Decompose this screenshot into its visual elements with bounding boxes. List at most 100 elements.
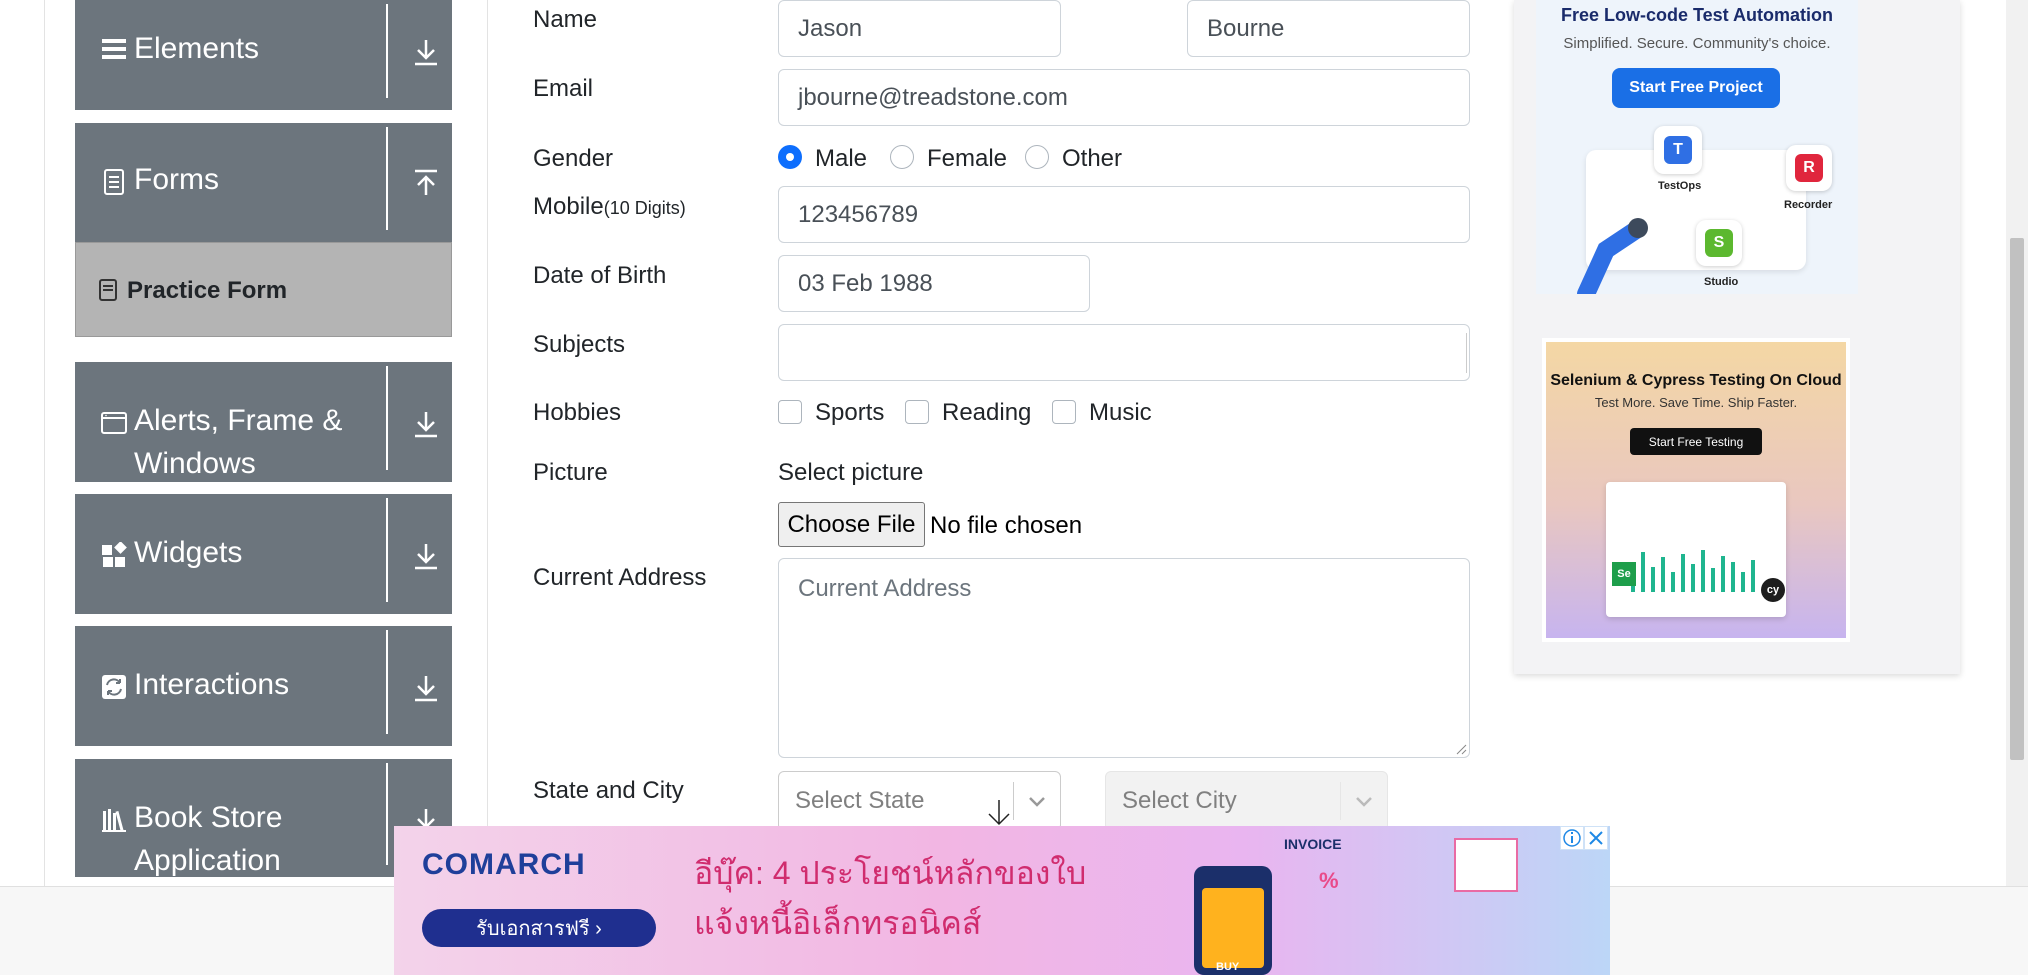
page-scrollbar-thumb[interactable] bbox=[2010, 238, 2024, 760]
gender-label: Gender bbox=[533, 145, 614, 172]
mouse-cursor-icon bbox=[988, 800, 1010, 826]
last-name-value: Bourne bbox=[1207, 14, 1285, 42]
mobile-value: 123456789 bbox=[798, 200, 919, 228]
email-value: jbourne@treadstone.com bbox=[798, 83, 1068, 111]
arrow-down-icon[interactable] bbox=[410, 408, 442, 440]
picture-label: Picture bbox=[533, 459, 608, 486]
chevron-down-icon bbox=[1356, 797, 1372, 807]
hobby-sports-checkbox[interactable] bbox=[778, 400, 802, 424]
sidebar-group-widgets[interactable]: Widgets bbox=[75, 494, 452, 614]
cypress-icon: cy bbox=[1761, 578, 1785, 602]
robot-arm-illustration bbox=[1577, 218, 1648, 294]
first-name-value: Jason bbox=[798, 14, 863, 42]
arrow-down-icon[interactable] bbox=[410, 672, 442, 704]
recorder-label: Recorder bbox=[1784, 199, 1833, 211]
left-border bbox=[44, 0, 45, 890]
ad-info-icon[interactable] bbox=[1560, 826, 1584, 850]
gender-male-label[interactable]: Male bbox=[815, 145, 867, 173]
ad2-subtitle: Test More. Save Time. Ship Faster. bbox=[1594, 395, 1798, 410]
subjects-label: Subjects bbox=[533, 331, 626, 358]
form-doc-icon bbox=[99, 279, 117, 301]
sidebar-group-label: Forms bbox=[134, 163, 219, 196]
selenium-icon: Se bbox=[1612, 562, 1636, 586]
dob-value: 03 Feb 1988 bbox=[798, 269, 933, 297]
sidebar-group-label: Book Store bbox=[134, 801, 283, 834]
arrow-down-icon[interactable] bbox=[410, 36, 442, 68]
recorder-icon: R bbox=[1786, 145, 1832, 191]
subjects-caret bbox=[1466, 333, 1467, 373]
first-name-input[interactable]: Jason bbox=[778, 0, 1061, 57]
gender-female-radio[interactable] bbox=[890, 145, 914, 169]
gender-female-label[interactable]: Female bbox=[927, 145, 1007, 173]
hobby-music-checkbox[interactable] bbox=[1052, 400, 1076, 424]
mobile-label-text: Mobile bbox=[533, 193, 604, 220]
select-state-dropdown[interactable]: Select State bbox=[778, 771, 1061, 831]
sidebar-group-interactions[interactable]: Interactions bbox=[75, 626, 452, 746]
ad-lambdatest[interactable]: Selenium & Cypress Testing On Cloud Test… bbox=[1542, 338, 1850, 642]
banner-phone-illustration: BUY bbox=[1194, 866, 1272, 975]
ad1-title: Free Low-code Test Automation bbox=[1560, 5, 1833, 25]
banner-cta-button[interactable]: รับเอกสารฟรี › bbox=[422, 909, 656, 947]
select-picture-label: Select picture bbox=[778, 459, 924, 486]
email-label: Email bbox=[533, 75, 594, 102]
sidebar-border bbox=[487, 0, 488, 890]
select-state-placeholder: Select State bbox=[795, 787, 925, 814]
select-city-placeholder: Select City bbox=[1122, 787, 1237, 814]
form-icon bbox=[104, 169, 124, 195]
window-icon bbox=[101, 412, 127, 434]
studio-label: Studio bbox=[1704, 276, 1739, 288]
sidebar-group-elements[interactable]: Elements bbox=[75, 0, 452, 110]
ad-katalon[interactable]: Free Low-code Test Automation Simplified… bbox=[1536, 0, 1858, 294]
last-name-input[interactable]: Bourne bbox=[1187, 0, 1470, 57]
hobby-reading-checkbox[interactable] bbox=[905, 400, 929, 424]
banner-buy-text: BUY bbox=[1216, 961, 1240, 973]
sidebar-group-label-line2: Application bbox=[134, 844, 281, 877]
hobby-sports-label[interactable]: Sports bbox=[815, 399, 884, 427]
email-input[interactable]: jbourne@treadstone.com bbox=[778, 69, 1470, 126]
books-icon bbox=[102, 809, 126, 832]
arrow-down-icon[interactable] bbox=[410, 540, 442, 572]
subjects-input[interactable] bbox=[778, 324, 1470, 381]
ad-close-icon[interactable] bbox=[1584, 826, 1608, 850]
banner-calendar-illustration bbox=[1454, 838, 1518, 892]
group-divider bbox=[386, 4, 388, 98]
sidebar-item-label: Practice Form bbox=[127, 277, 288, 304]
mobile-hint: (10 Digits) bbox=[603, 198, 686, 218]
ad-banner-comarch[interactable]: COMARCH รับเอกสารฟรี › อีบุ๊ค: 4 ประโยชน… bbox=[394, 826, 1610, 975]
banner-headline-line2: แจ้งหนี้อิเล็กทรอนิคส์ bbox=[694, 905, 982, 941]
group-divider bbox=[386, 127, 388, 230]
sidebar-group-forms[interactable]: Forms bbox=[75, 123, 452, 242]
select-city-dropdown[interactable]: Select City bbox=[1105, 771, 1388, 831]
sidebar-group-alerts[interactable]: Alerts, Frame & Windows bbox=[75, 362, 452, 482]
bar-chart-illustration bbox=[1631, 550, 1755, 592]
arrow-up-icon[interactable] bbox=[410, 167, 442, 199]
no-file-chosen-text: No file chosen bbox=[930, 512, 1083, 539]
dob-input[interactable]: 03 Feb 1988 bbox=[778, 255, 1090, 312]
ad2-cta-button[interactable]: Start Free Testing bbox=[1630, 428, 1762, 455]
hamburger-icon bbox=[102, 39, 126, 59]
sidebar-group-label: Interactions bbox=[134, 668, 290, 701]
ad1-cta-button[interactable]: Start Free Project bbox=[1612, 68, 1780, 108]
current-address-label: Current Address bbox=[533, 564, 707, 591]
banner-percent: % bbox=[1319, 868, 1339, 893]
sidebar-item-practice-form[interactable]: Practice Form bbox=[75, 242, 452, 337]
testops-icon: T bbox=[1654, 126, 1702, 174]
choose-file-button[interactable]: Choose File bbox=[778, 502, 925, 547]
hobby-reading-label[interactable]: Reading bbox=[942, 399, 1031, 427]
gender-male-radio[interactable] bbox=[778, 145, 802, 169]
gender-other-radio[interactable] bbox=[1025, 145, 1049, 169]
hobby-music-label[interactable]: Music bbox=[1089, 399, 1152, 427]
chevron-down-icon bbox=[1029, 797, 1045, 807]
group-divider bbox=[386, 498, 388, 602]
group-divider bbox=[386, 763, 388, 865]
banner-brand: COMARCH bbox=[422, 848, 586, 881]
select-separator bbox=[1013, 782, 1014, 820]
sidebar-group-label: Elements bbox=[134, 32, 260, 65]
mobile-input[interactable]: 123456789 bbox=[778, 186, 1470, 243]
sidebar-group-label-line2: Windows bbox=[134, 447, 256, 480]
current-address-textarea[interactable]: Current Address bbox=[778, 558, 1470, 758]
banner-invoice-label: INVOICE bbox=[1284, 836, 1342, 852]
sidebar-group-label: Widgets bbox=[134, 536, 243, 569]
resize-handle-icon[interactable] bbox=[1455, 743, 1467, 755]
gender-other-label[interactable]: Other bbox=[1062, 145, 1122, 173]
